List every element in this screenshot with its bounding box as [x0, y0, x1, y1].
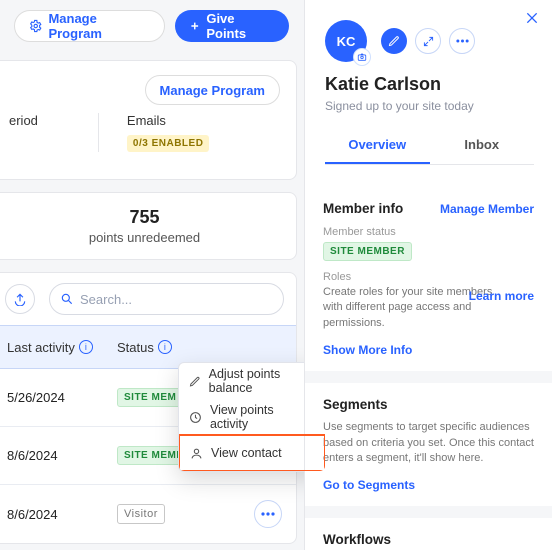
manage-program-button[interactable]: Manage Program — [14, 10, 165, 42]
main-content: Manage Program Give Points Manage Progra… — [0, 0, 303, 550]
plus-icon — [189, 20, 201, 32]
learn-more-link[interactable]: Learn more — [469, 289, 534, 303]
tab-overview[interactable]: Overview — [325, 127, 430, 164]
search-input[interactable] — [80, 292, 273, 307]
edit-contact-button[interactable] — [381, 28, 407, 54]
segments-section: Segments Use segments to target specific… — [305, 383, 552, 506]
search-field[interactable] — [49, 283, 284, 315]
give-points-label: Give Points — [206, 11, 275, 41]
roles-description: Create roles for your site members with … — [323, 285, 493, 331]
points-value: 755 — [9, 207, 280, 228]
list-toolbar — [0, 273, 296, 325]
cell-last-activity: 8/6/2024 — [7, 448, 117, 463]
contact-avatar[interactable]: KC — [325, 20, 367, 62]
export-button[interactable] — [5, 284, 35, 314]
menu-view-contact[interactable]: View contact — [178, 434, 326, 472]
member-status-label: Member status — [323, 226, 534, 238]
more-horizontal-icon — [261, 512, 275, 516]
emails-label: Emails — [127, 113, 210, 128]
period-label: eriod — [9, 113, 38, 152]
menu-adjust-points-label: Adjust points balance — [209, 367, 315, 395]
segments-description: Use segments to target specific audience… — [323, 420, 534, 466]
expand-panel-button[interactable] — [415, 28, 441, 54]
contact-subtitle: Signed up to your site today — [325, 99, 534, 113]
contact-more-button[interactable] — [449, 28, 475, 54]
emails-status-badge: 0/3 ENABLED — [127, 135, 210, 152]
menu-view-contact-label: View contact — [211, 446, 282, 460]
search-icon — [60, 292, 74, 306]
manage-member-link[interactable]: Manage Member — [440, 202, 534, 216]
segments-title: Segments — [323, 397, 534, 412]
status-badge: SITE MEM — [117, 388, 183, 407]
cell-last-activity: 5/26/2024 — [7, 390, 117, 405]
status-badge: Visitor — [117, 504, 165, 524]
contact-name: Katie Carlson — [325, 74, 534, 95]
member-status-badge: SITE MEMBER — [323, 242, 412, 261]
go-to-segments-link[interactable]: Go to Segments — [323, 478, 415, 492]
top-bar: Manage Program Give Points — [0, 0, 303, 52]
close-icon — [524, 10, 540, 26]
info-icon[interactable]: i — [158, 340, 172, 354]
info-icon[interactable]: i — [79, 340, 93, 354]
workflows-section: Workflows — [305, 518, 552, 550]
avatar-upload-button[interactable] — [353, 48, 371, 66]
show-more-info-link[interactable]: Show More Info — [323, 343, 412, 357]
manage-program-inner-label: Manage Program — [160, 83, 265, 98]
pencil-icon — [189, 375, 201, 388]
workflows-title: Workflows — [323, 532, 534, 547]
contact-side-panel: KC Katie Carlson Signed up to your site … — [304, 0, 552, 550]
avatar-initials: KC — [337, 34, 356, 49]
program-card: Manage Program eriod Emails 0/3 ENABLED — [0, 60, 297, 180]
menu-view-activity-label: View points activity — [210, 403, 315, 431]
col-last-activity[interactable]: Last activity — [7, 340, 75, 355]
table-row[interactable]: 8/6/2024 Visitor — [0, 485, 296, 543]
tab-inbox[interactable]: Inbox — [430, 127, 535, 164]
upload-icon — [13, 292, 27, 306]
give-points-button[interactable]: Give Points — [175, 10, 289, 42]
points-label: points unredeemed — [9, 230, 280, 245]
pencil-icon — [388, 35, 400, 47]
row-actions-button[interactable] — [254, 500, 282, 528]
camera-icon — [357, 52, 367, 62]
contact-header: KC Katie Carlson Signed up to your site … — [305, 0, 552, 175]
col-status[interactable]: Status — [117, 340, 154, 355]
member-info-title: Member info — [323, 201, 403, 216]
manage-program-label: Manage Program — [48, 11, 149, 41]
close-panel-button[interactable] — [524, 10, 540, 26]
points-card: 755 points unredeemed — [0, 192, 297, 260]
user-icon — [190, 447, 203, 460]
more-horizontal-icon — [456, 39, 469, 43]
manage-program-inner-button[interactable]: Manage Program — [145, 75, 280, 105]
cell-last-activity: 8/6/2024 — [7, 507, 117, 522]
roles-label: Roles — [323, 271, 534, 283]
gear-icon — [29, 19, 42, 33]
clock-icon — [189, 411, 202, 424]
contact-body: Member info Manage Member Member status … — [305, 187, 552, 550]
contact-tabs: Overview Inbox — [325, 127, 534, 165]
member-info-section: Member info Manage Member Member status … — [305, 187, 552, 371]
expand-icon — [423, 36, 434, 47]
